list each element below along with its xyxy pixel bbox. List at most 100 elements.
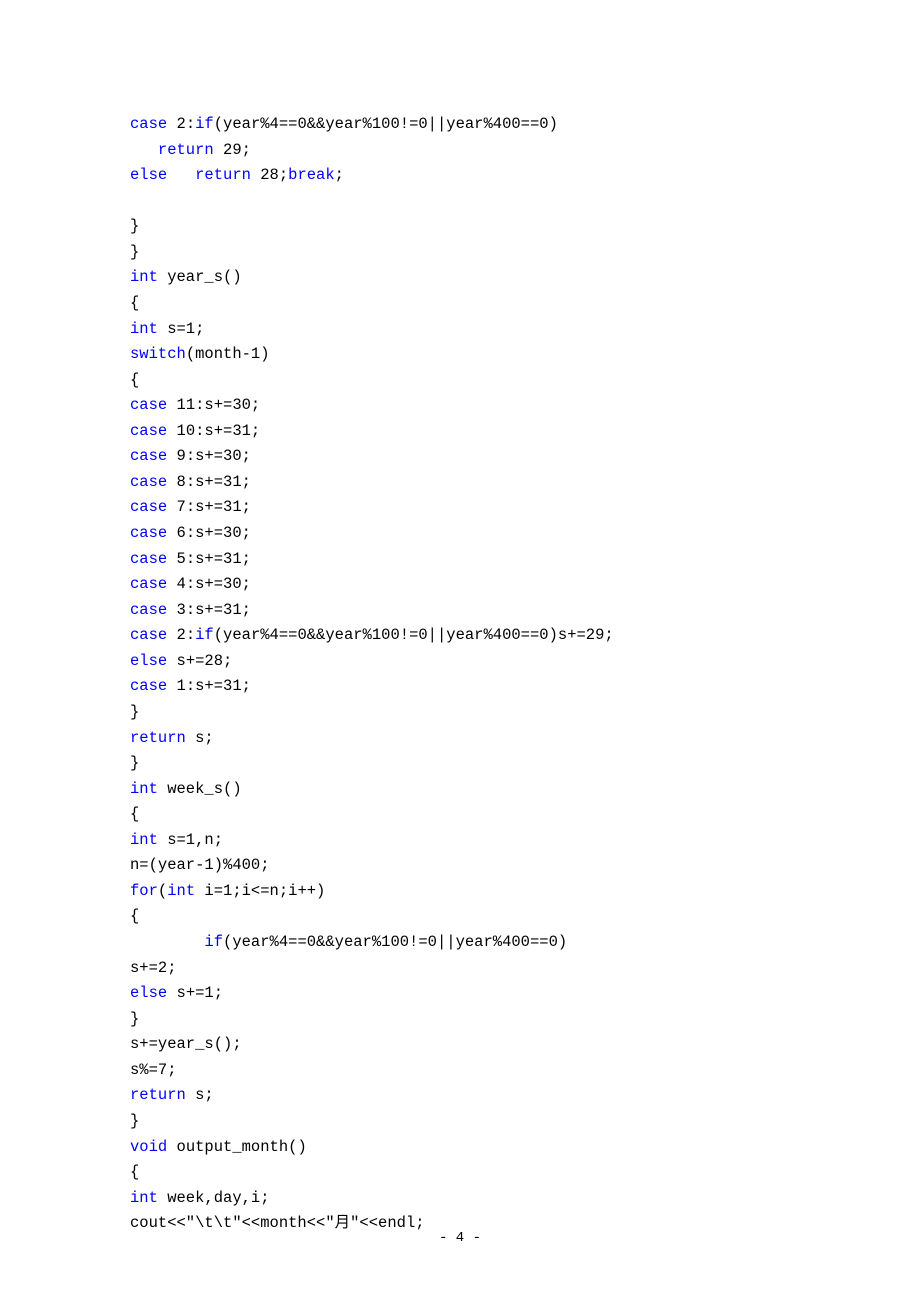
text-token: 11:s+=30;	[167, 396, 260, 414]
code-line: {	[130, 904, 790, 930]
code-line: case 2:if(year%4==0&&year%100!=0||year%4…	[130, 112, 790, 138]
code-line: return 29;	[130, 138, 790, 164]
text-token: 28;	[251, 166, 288, 184]
text-token: s;	[186, 729, 214, 747]
text-token: year_s()	[158, 268, 242, 286]
text-token: week,day,i;	[158, 1189, 270, 1207]
keyword-token: int	[130, 780, 158, 798]
keyword-token: switch	[130, 345, 186, 363]
code-line: case 7:s+=31;	[130, 495, 790, 521]
text-token: }	[130, 754, 139, 772]
code-block: case 2:if(year%4==0&&year%100!=0||year%4…	[130, 112, 790, 1237]
code-line: case 4:s+=30;	[130, 572, 790, 598]
code-line: case 1:s+=31;	[130, 674, 790, 700]
text-token	[167, 166, 195, 184]
keyword-token: else	[130, 984, 167, 1002]
code-line: case 11:s+=30;	[130, 393, 790, 419]
keyword-token: int	[130, 831, 158, 849]
code-line: case 6:s+=30;	[130, 521, 790, 547]
text-token: 7:s+=31;	[167, 498, 251, 516]
keyword-token: case	[130, 396, 167, 414]
code-line: s+=year_s();	[130, 1032, 790, 1058]
text-token	[130, 933, 204, 951]
page-number: - 4 -	[0, 1227, 920, 1250]
text-token: s;	[186, 1086, 214, 1104]
text-token: {	[130, 1163, 139, 1181]
document-page: case 2:if(year%4==0&&year%100!=0||year%4…	[0, 0, 920, 1302]
text-token: {	[130, 907, 139, 925]
code-line: return s;	[130, 726, 790, 752]
keyword-token: return	[195, 166, 251, 184]
code-line: }	[130, 1007, 790, 1033]
keyword-token: case	[130, 626, 167, 644]
text-token: (	[158, 882, 167, 900]
text-token: {	[130, 371, 139, 389]
code-line: int year_s()	[130, 265, 790, 291]
code-line: if(year%4==0&&year%100!=0||year%400==0)	[130, 930, 790, 956]
keyword-token: return	[158, 141, 214, 159]
code-line: {	[130, 802, 790, 828]
text-token: }	[130, 217, 139, 235]
text-token: output_month()	[167, 1138, 307, 1156]
code-line: {	[130, 368, 790, 394]
code-line: int s=1;	[130, 317, 790, 343]
keyword-token: int	[130, 320, 158, 338]
text-token: }	[130, 243, 139, 261]
text-token: week_s()	[158, 780, 242, 798]
keyword-token: case	[130, 115, 167, 133]
code-line: case 8:s+=31;	[130, 470, 790, 496]
keyword-token: return	[130, 729, 186, 747]
text-token: s%=7;	[130, 1061, 177, 1079]
code-line: }	[130, 751, 790, 777]
code-line: case 9:s+=30;	[130, 444, 790, 470]
text-token: s=1,n;	[158, 831, 223, 849]
code-line: }	[130, 1109, 790, 1135]
keyword-token: int	[167, 882, 195, 900]
code-line: case 5:s+=31;	[130, 547, 790, 573]
text-token: ;	[335, 166, 344, 184]
text-token: s+=2;	[130, 959, 177, 977]
text-token: }	[130, 703, 139, 721]
keyword-token: break	[288, 166, 335, 184]
text-token: (month-1)	[186, 345, 270, 363]
text-token: 6:s+=30;	[167, 524, 251, 542]
text-token: s=1;	[158, 320, 205, 338]
text-token: n=(year-1)%400;	[130, 856, 270, 874]
text-token: }	[130, 1010, 139, 1028]
text-token: s+=year_s();	[130, 1035, 242, 1053]
text-token: 8:s+=31;	[167, 473, 251, 491]
code-line: case 3:s+=31;	[130, 598, 790, 624]
text-token: 2:	[167, 626, 195, 644]
code-line: int week,day,i;	[130, 1186, 790, 1212]
keyword-token: if	[195, 626, 214, 644]
code-line: else s+=28;	[130, 649, 790, 675]
keyword-token: if	[204, 933, 223, 951]
text-token: s+=28;	[167, 652, 232, 670]
code-line: return s;	[130, 1083, 790, 1109]
keyword-token: return	[130, 1086, 186, 1104]
text-token: 5:s+=31;	[167, 550, 251, 568]
code-line: switch(month-1)	[130, 342, 790, 368]
keyword-token: case	[130, 575, 167, 593]
keyword-token: for	[130, 882, 158, 900]
text-token: 1:s+=31;	[167, 677, 251, 695]
text-token: s+=1;	[167, 984, 223, 1002]
text-token: 10:s+=31;	[167, 422, 260, 440]
text-token: {	[130, 294, 139, 312]
code-line: {	[130, 291, 790, 317]
code-line: int s=1,n;	[130, 828, 790, 854]
code-line: for(int i=1;i<=n;i++)	[130, 879, 790, 905]
keyword-token: int	[130, 268, 158, 286]
text-token: 29;	[214, 141, 251, 159]
code-line: }	[130, 214, 790, 240]
code-line: int week_s()	[130, 777, 790, 803]
code-line: void output_month()	[130, 1135, 790, 1161]
text-token: (year%4==0&&year%100!=0||year%400==0)	[214, 115, 558, 133]
code-line: }	[130, 700, 790, 726]
text-token: 3:s+=31;	[167, 601, 251, 619]
keyword-token: case	[130, 498, 167, 516]
keyword-token: void	[130, 1138, 167, 1156]
keyword-token: if	[195, 115, 214, 133]
text-token: (year%4==0&&year%100!=0||year%400==0)s+=…	[214, 626, 614, 644]
code-line: {	[130, 1160, 790, 1186]
